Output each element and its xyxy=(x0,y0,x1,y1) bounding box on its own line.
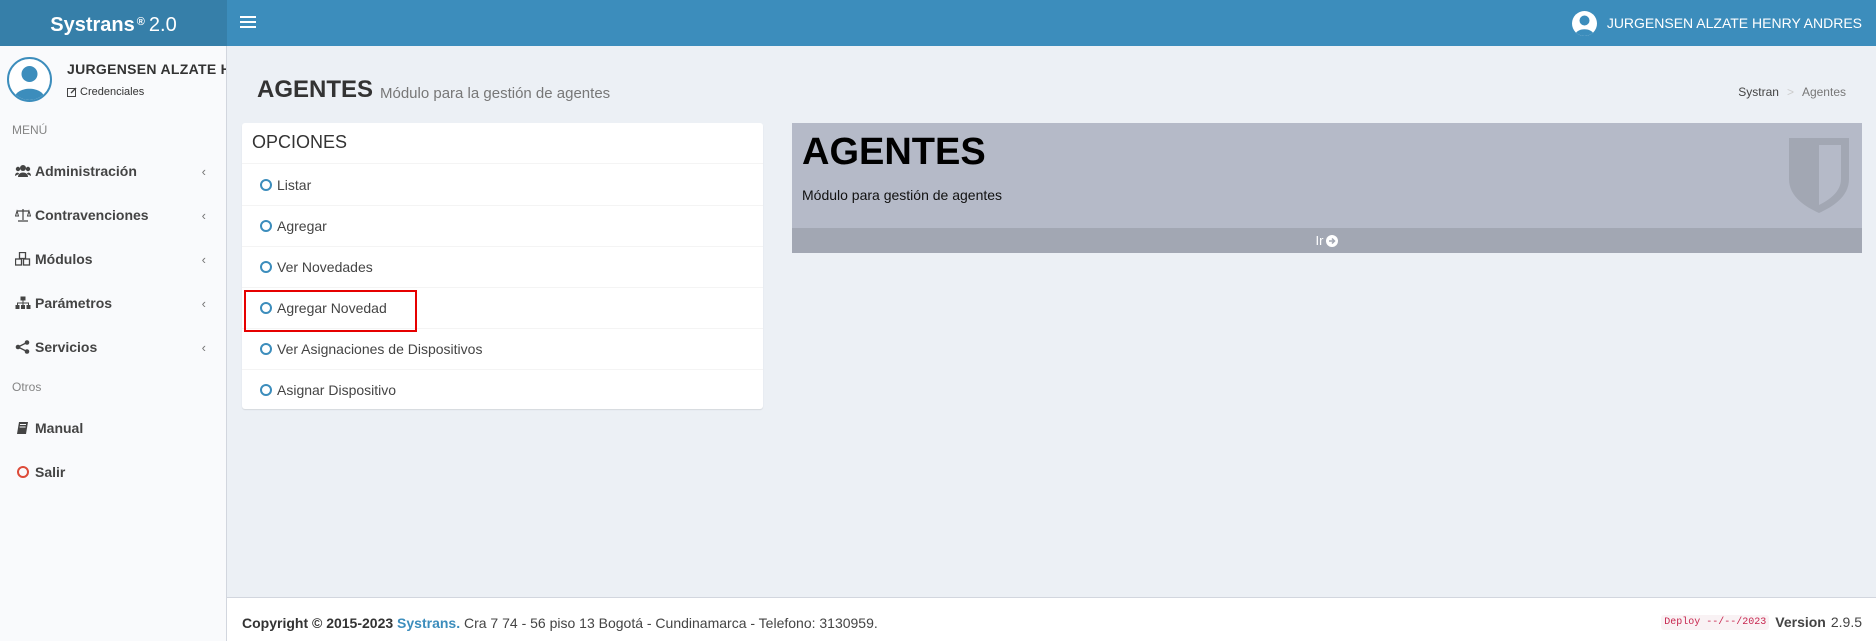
sidebar-item-contravenciones[interactable]: Contravenciones ‹ xyxy=(0,195,226,235)
chevron-left-icon: ‹ xyxy=(201,296,206,311)
option-label: Ver Asignaciones de Dispositivos xyxy=(277,340,483,357)
breadcrumb-separator: > xyxy=(1786,85,1794,99)
copyright-text: Copyright © 2015-2023 xyxy=(242,615,394,631)
option-agregar-novedad[interactable]: Agregar Novedad xyxy=(242,287,763,328)
page-title: AGENTES xyxy=(257,76,374,103)
version-number: 2.9.5 xyxy=(1830,614,1862,630)
sidebar-item-label: Parámetros xyxy=(35,295,113,311)
sidebar-item-parametros[interactable]: Parámetros ‹ xyxy=(0,283,226,323)
card-title: AGENTES xyxy=(802,131,986,173)
sidebar-item-label: Servicios xyxy=(35,339,98,355)
footer-copyright: Copyright © 2015-2023 Systrans. Cra 7 74… xyxy=(242,615,878,631)
footer-version: Deploy --/--/2023 Version 2.9.5 xyxy=(1661,614,1862,630)
option-label: Agregar Novedad xyxy=(277,299,387,316)
circle-icon xyxy=(260,260,272,273)
option-asignar-dispositivo[interactable]: Asignar Dispositivo xyxy=(242,369,763,410)
sitemap-icon xyxy=(15,295,31,311)
user-name: JURGENSEN ALZATE HENRY ANDRES xyxy=(1606,15,1862,31)
options-box: OPCIONES Listar Agregar Ver Novedades Ag… xyxy=(242,123,763,409)
share-icon xyxy=(15,339,31,355)
sidebar-item-servicios[interactable]: Servicios ‹ xyxy=(0,327,226,367)
card-go-link[interactable]: Ir xyxy=(792,228,1862,253)
footer: Copyright © 2015-2023 Systrans. Cra 7 74… xyxy=(227,597,1876,641)
address-text: Cra 7 74 - 56 piso 13 Bogotá - Cundinama… xyxy=(463,615,878,631)
sidebar-item-label: Contravenciones xyxy=(35,207,149,223)
balance-scale-icon xyxy=(15,207,31,223)
top-navbar: Systrans ® 2.0 JURGENSEN ALZATE HENRY ANDR… xyxy=(0,0,1876,46)
logo[interactable]: Systrans ® 2.0 xyxy=(0,0,227,46)
avatar xyxy=(7,57,52,102)
arrow-circle-right-icon xyxy=(1326,234,1339,247)
option-label: Agregar xyxy=(277,217,327,234)
circle-icon xyxy=(260,219,272,232)
others-heading: Otros xyxy=(12,380,42,394)
shield-icon xyxy=(1789,138,1849,213)
option-label: Listar xyxy=(277,176,312,193)
sidebar: JURGENSEN ALZATE H Credenciales MENÚ Adm… xyxy=(0,46,227,641)
breadcrumb: Systran > Agentes xyxy=(1738,85,1846,99)
option-label: Ver Novedades xyxy=(277,258,373,275)
chevron-left-icon: ‹ xyxy=(201,208,206,223)
chevron-left-icon: ‹ xyxy=(201,252,206,267)
menu-heading: MENÚ xyxy=(12,123,48,137)
sidebar-toggle-icon[interactable] xyxy=(240,13,256,33)
user-panel: JURGENSEN ALZATE H Credenciales xyxy=(0,46,226,112)
circle-icon xyxy=(260,383,272,396)
option-label: Asignar Dispositivo xyxy=(277,381,397,398)
app-version: 2.0 xyxy=(148,14,177,36)
sidebar-item-label: Administración xyxy=(35,163,137,179)
book-icon xyxy=(15,420,31,436)
chevron-left-icon: ‹ xyxy=(201,164,206,179)
user-avatar-icon xyxy=(1571,10,1597,36)
option-listar[interactable]: Listar xyxy=(242,164,763,205)
circle-icon xyxy=(260,301,272,314)
sidebar-user-name: JURGENSEN ALZATE H xyxy=(67,61,226,77)
page-subtitle: Módulo para la gestión de agentes xyxy=(380,85,611,102)
breadcrumb-current: Agentes xyxy=(1801,85,1846,99)
company-link[interactable]: Systrans. xyxy=(397,615,460,631)
deploy-badge: Deploy --/--/2023 xyxy=(1661,614,1770,630)
chevron-left-icon: ‹ xyxy=(201,340,206,355)
circle-icon xyxy=(260,342,272,355)
options-title: OPCIONES xyxy=(252,132,348,152)
sidebar-item-salir[interactable]: Salir xyxy=(0,452,226,492)
user-menu[interactable]: JURGENSEN ALZATE HENRY ANDRES xyxy=(1571,0,1862,46)
users-icon xyxy=(15,163,31,179)
cubes-icon xyxy=(15,251,31,267)
sidebar-item-modulos[interactable]: Módulos ‹ xyxy=(0,239,226,279)
registered-mark: ® xyxy=(136,16,145,28)
sidebar-item-manual[interactable]: Manual xyxy=(0,408,226,448)
brand-name: Systrans xyxy=(50,14,135,36)
credentials-link[interactable]: Credenciales xyxy=(67,86,144,98)
sidebar-item-label: Salir xyxy=(35,464,66,480)
option-agregar[interactable]: Agregar xyxy=(242,205,763,246)
sidebar-item-administracion[interactable]: Administración ‹ xyxy=(0,151,226,191)
sidebar-item-label: Manual xyxy=(35,420,84,436)
version-label: Version xyxy=(1775,614,1826,630)
card-description: Módulo para gestión de agentes xyxy=(802,187,1003,203)
card-link-label: Ir xyxy=(1315,233,1324,248)
circle-icon xyxy=(260,178,272,191)
circle-icon xyxy=(15,464,31,480)
option-ver-asignaciones[interactable]: Ver Asignaciones de Dispositivos xyxy=(242,328,763,369)
edit-icon xyxy=(67,87,77,97)
sidebar-item-label: Módulos xyxy=(35,251,93,267)
credentials-label: Credenciales xyxy=(80,86,145,98)
breadcrumb-link-systran[interactable]: Systran xyxy=(1738,85,1779,99)
option-ver-novedades[interactable]: Ver Novedades xyxy=(242,246,763,287)
info-card: AGENTES Módulo para gestión de agentes I… xyxy=(792,123,1862,253)
